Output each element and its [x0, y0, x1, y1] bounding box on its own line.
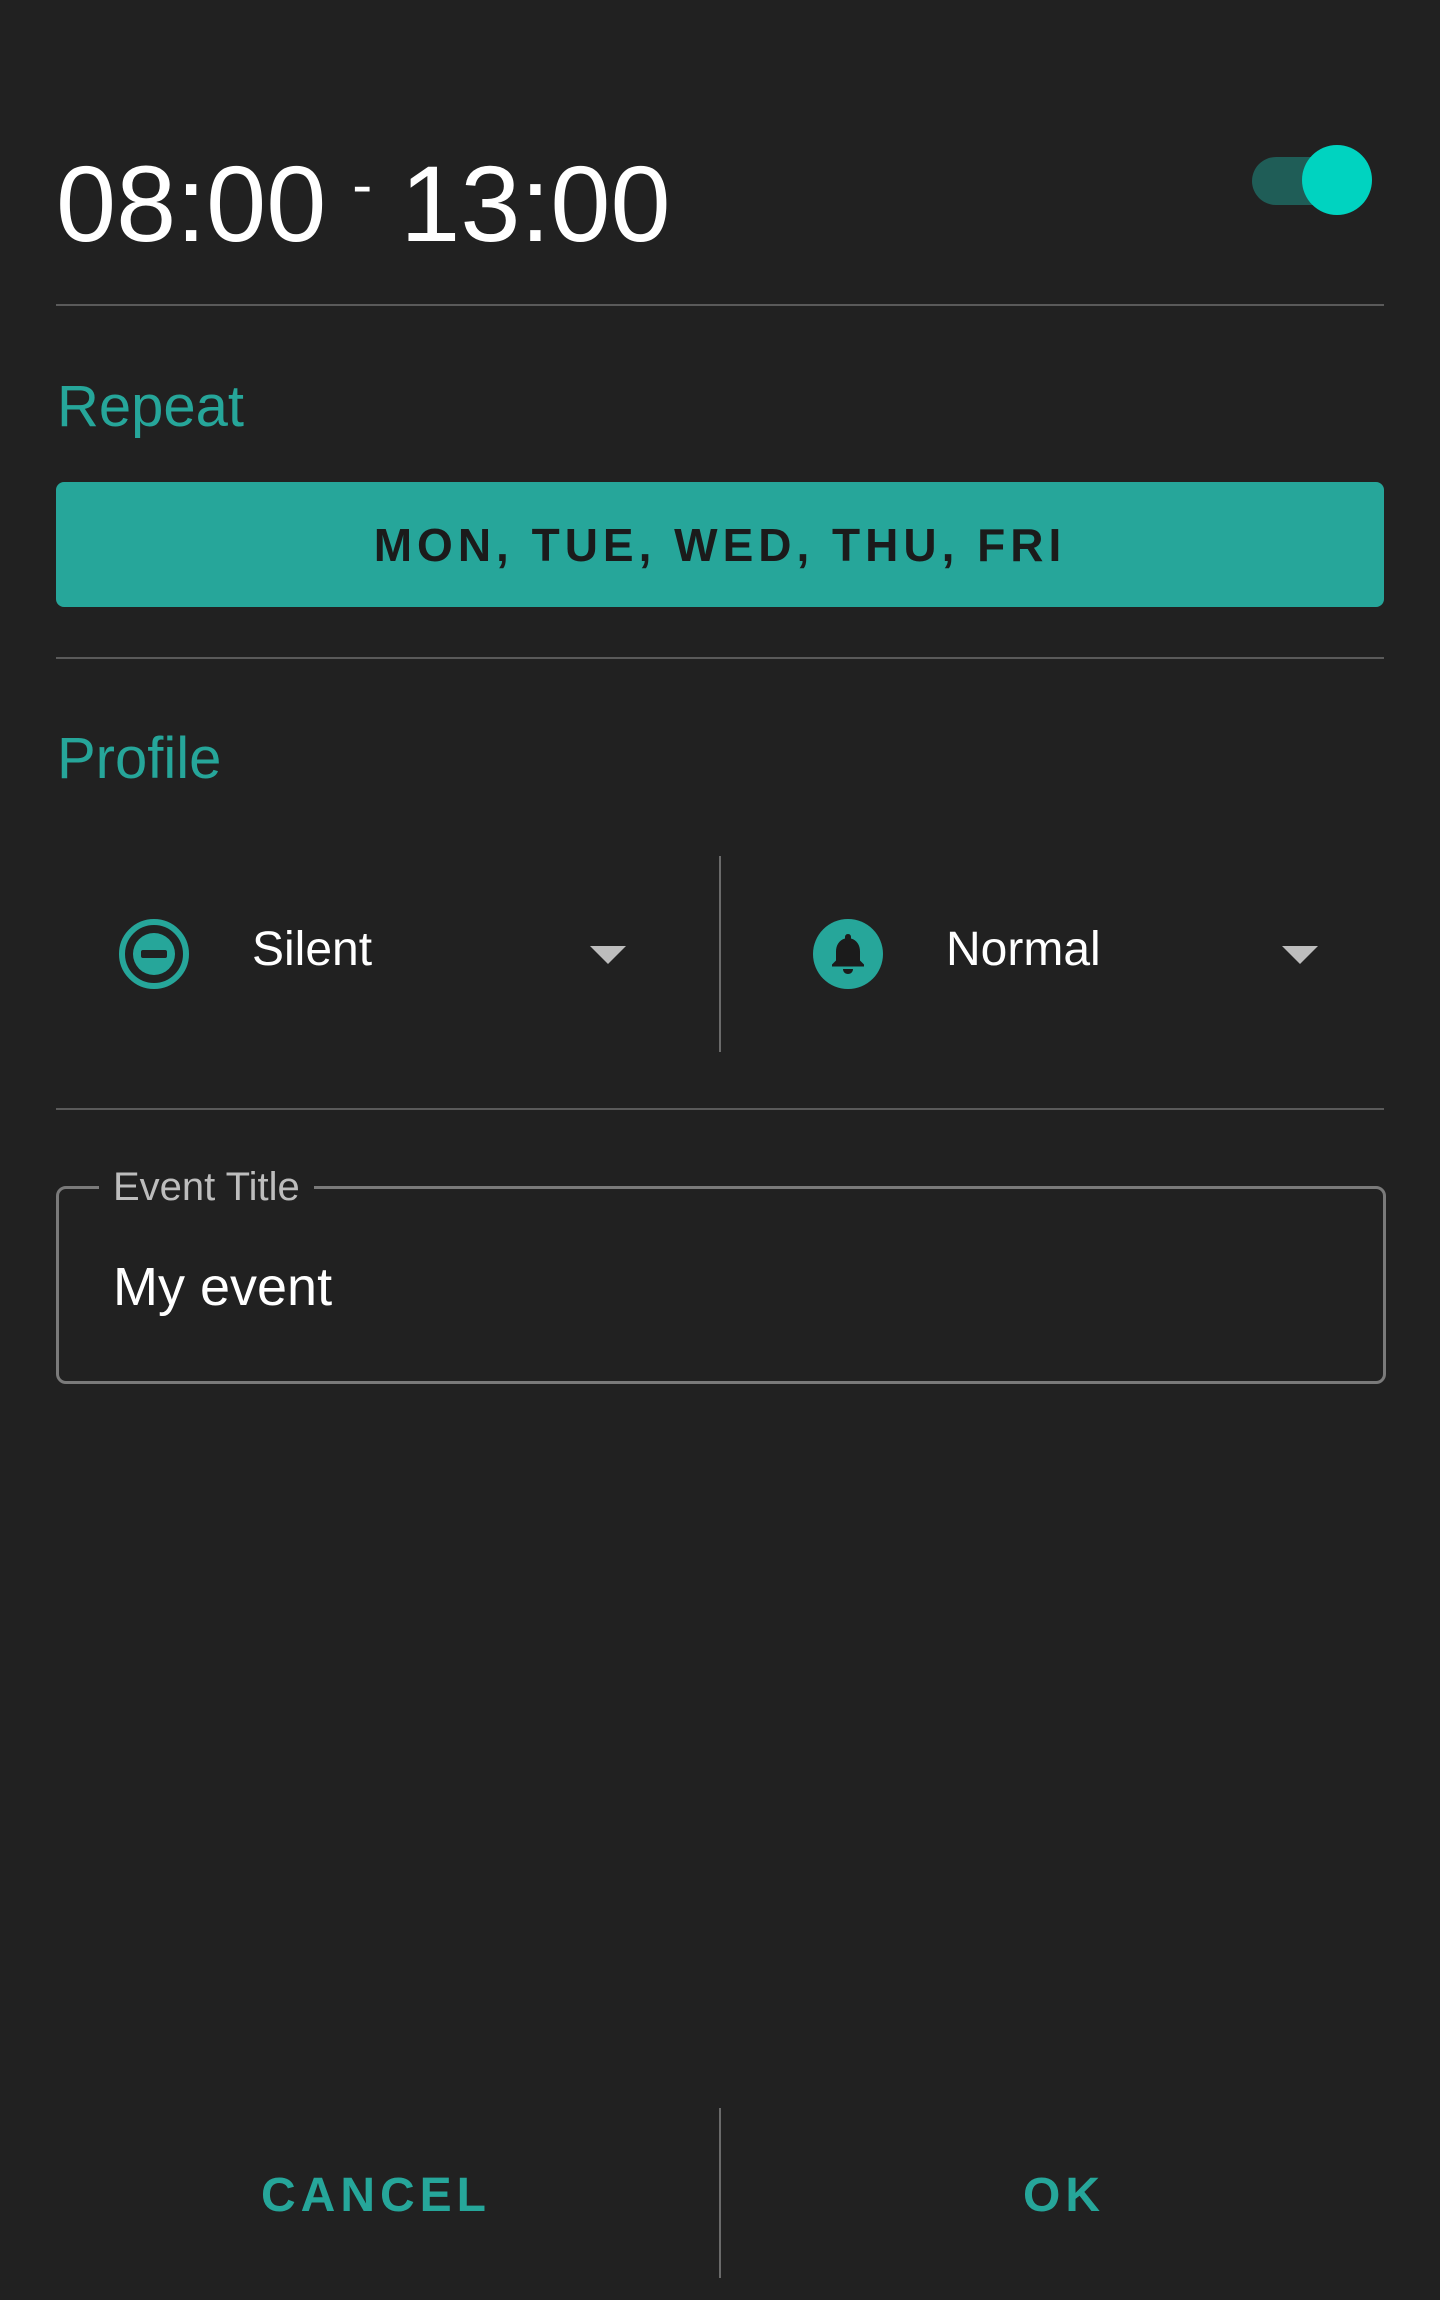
profile-vertical-divider [719, 856, 721, 1052]
time-range-row: 08:00-13:00 [56, 120, 1384, 264]
end-profile-dropdown[interactable]: Normal [812, 858, 1332, 1048]
divider [56, 657, 1384, 659]
chevron-down-icon [590, 946, 626, 964]
time-range: 08:00-13:00 [56, 120, 671, 269]
event-title-input[interactable]: My event [113, 1255, 332, 1319]
cancel-button[interactable]: CANCEL [56, 2110, 696, 2280]
event-title-label: Event Title [99, 1165, 314, 1209]
profile-title: Profile [57, 726, 222, 791]
divider [56, 304, 1384, 306]
end-profile-label: Normal [946, 923, 1101, 976]
start-time[interactable]: 08:00 [56, 143, 326, 264]
start-profile-label: Silent [252, 923, 373, 976]
event-title-field[interactable]: Event Title My event [56, 1165, 1386, 1384]
chevron-down-icon [1282, 946, 1318, 964]
actions-vertical-divider [719, 2108, 721, 2278]
divider [56, 1108, 1384, 1110]
repeat-days-button[interactable]: MON, TUE, WED, THU, FRI [56, 482, 1384, 607]
schedule-event-dialog: 08:00-13:00 Repeat MON, TUE, WED, THU, F… [0, 0, 1440, 2300]
time-separator: - [352, 151, 373, 218]
end-time[interactable]: 13:00 [400, 143, 670, 264]
start-profile-dropdown[interactable]: Silent [118, 858, 638, 1048]
switch-thumb [1302, 145, 1372, 215]
repeat-title: Repeat [57, 374, 245, 439]
do-not-disturb-icon [119, 919, 189, 989]
ok-button[interactable]: OK [744, 2110, 1384, 2280]
enable-switch[interactable] [1252, 144, 1372, 215]
bell-icon [813, 919, 883, 989]
